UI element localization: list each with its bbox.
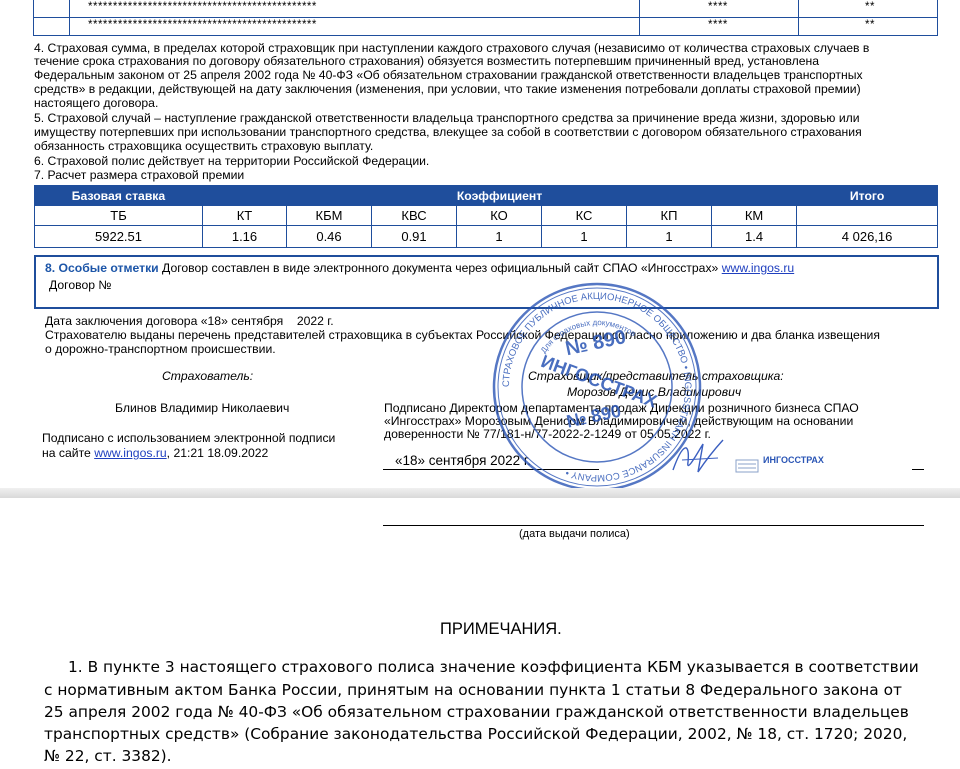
ingos-link[interactable]: www.ingos.ru [94,446,166,460]
masked-cell: ****************************************… [88,19,317,31]
masked-cell: **** [708,19,728,31]
subheader-cell: КТ [202,205,287,226]
ingos-logo-icon [735,458,759,474]
notes-title: ПРИМЕЧАНИЯ. [440,620,562,638]
ingos-logo-text: ИНГОССТРАХ [763,455,824,465]
special-marks-line: 8. Особые отметки Договор составлен в ви… [45,262,794,275]
text-line: средств» в редакции, действующей на дату… [34,82,861,96]
masked-cell: ** [865,19,875,31]
subheader-cell: КС [541,205,627,226]
value-cell: 1 [541,225,627,248]
contract-date-year: 2022 г. [296,314,334,328]
insured-role: Страхователь: [162,369,254,383]
note-line: 25 апреля 2002 года № 40-ФЗ «Об обязател… [44,703,909,721]
contract-date: Дата заключения договора «18» сентября 2… [45,315,334,328]
text-line: 5. Страховой случай – наступление гражда… [34,111,860,125]
subheader-cell: КО [456,205,542,226]
subheader-cell: КБМ [286,205,372,226]
value-cell: 1 [456,225,542,248]
value-cell: 0.91 [371,225,457,248]
masked-cell: ****************************************… [88,1,317,13]
signed-time: , 21:21 18.09.2022 [166,446,269,460]
value-cell: 1 [626,225,712,248]
header-total: Итого [796,185,939,206]
subheader-cell: КП [626,205,712,226]
page-2: (дата выдачи полиса) ПРИМЕЧАНИЯ. 1. В пу… [0,498,960,769]
value-cell: 5922.51 [34,225,203,248]
insured-signed-line: на сайте www.ingos.ru, 21:21 18.09.2022 [42,447,268,460]
header-coefficient: Коэффициент [201,185,798,206]
signed-on-label: на сайте [42,446,95,460]
issue-date-line [383,525,924,526]
insured-signed-label: Подписано с использованием электронной п… [42,431,336,445]
contract-number: Договор № [49,278,112,292]
stamp-name: ИНГОССТРАХ [538,351,659,411]
insured-name: Блинов Владимир Николаевич [115,401,290,415]
text-line: Федеральным законом от 25 апреля 2002 го… [34,68,863,82]
masked-cell: ** [865,1,875,13]
value-cell: 0.46 [286,225,372,248]
header-base-rate: Базовая ставка [34,185,203,206]
note-line: транспортных средств» (Собрание законода… [44,725,908,743]
special-marks-title: 8. Особые отметки [45,261,159,275]
special-marks-text: Договор составлен в виде электронного до… [158,261,722,275]
value-cell: 1.4 [710,225,798,248]
subheader-cell: КМ [710,205,798,226]
total-value: 4 026,16 [796,225,939,248]
note-line: с нормативным актом Банка России, принят… [44,681,902,699]
value-cell: 1.16 [202,225,287,248]
top-table-row: ****************************************… [33,0,938,18]
text-line: течение срока страхования по договору об… [34,54,820,68]
paragraph-6: 6. Страховой полис действует на территор… [34,154,430,168]
text-line: настоящего договора. [34,96,159,110]
text-line: имуществу потерпевших при использовании … [34,125,862,139]
ingos-link[interactable]: www.ingos.ru [722,261,794,275]
premium-table: Базовая ставка Коэффициент Итого ТБ КТ К… [34,185,939,248]
note-line: № 22, ст. 3382). [44,747,172,765]
issued-text-line: о дорожно-транспортном происшествии. [45,342,276,356]
masked-cell: **** [708,1,728,13]
subheader-cell: КВС [371,205,457,226]
signature-underline [912,469,924,470]
contract-date-label: Дата заключения договора «18» сентября [45,314,284,328]
subheader-cell [796,205,939,226]
stamp-number-2: № 890 [565,401,623,432]
page-break [0,488,960,498]
subheader-cell: ТБ [34,205,203,226]
text-line: обязанность страховщика осуществить стра… [34,139,374,153]
issued-text-line: Страхователю выданы перечень представите… [45,328,880,342]
issue-date-label: (дата выдачи полиса) [519,528,630,540]
top-table-row: ****************************************… [33,18,938,36]
company-stamp: СТРАХОВОЕ ПУБЛИЧНОЕ АКЦИОНЕРНОЕ ОБЩЕСТВО… [487,277,707,497]
note-line: 1. В пункте 3 настоящего страхового поли… [68,658,919,676]
paragraph-7: 7. Расчет размера страховой премии [34,168,245,182]
